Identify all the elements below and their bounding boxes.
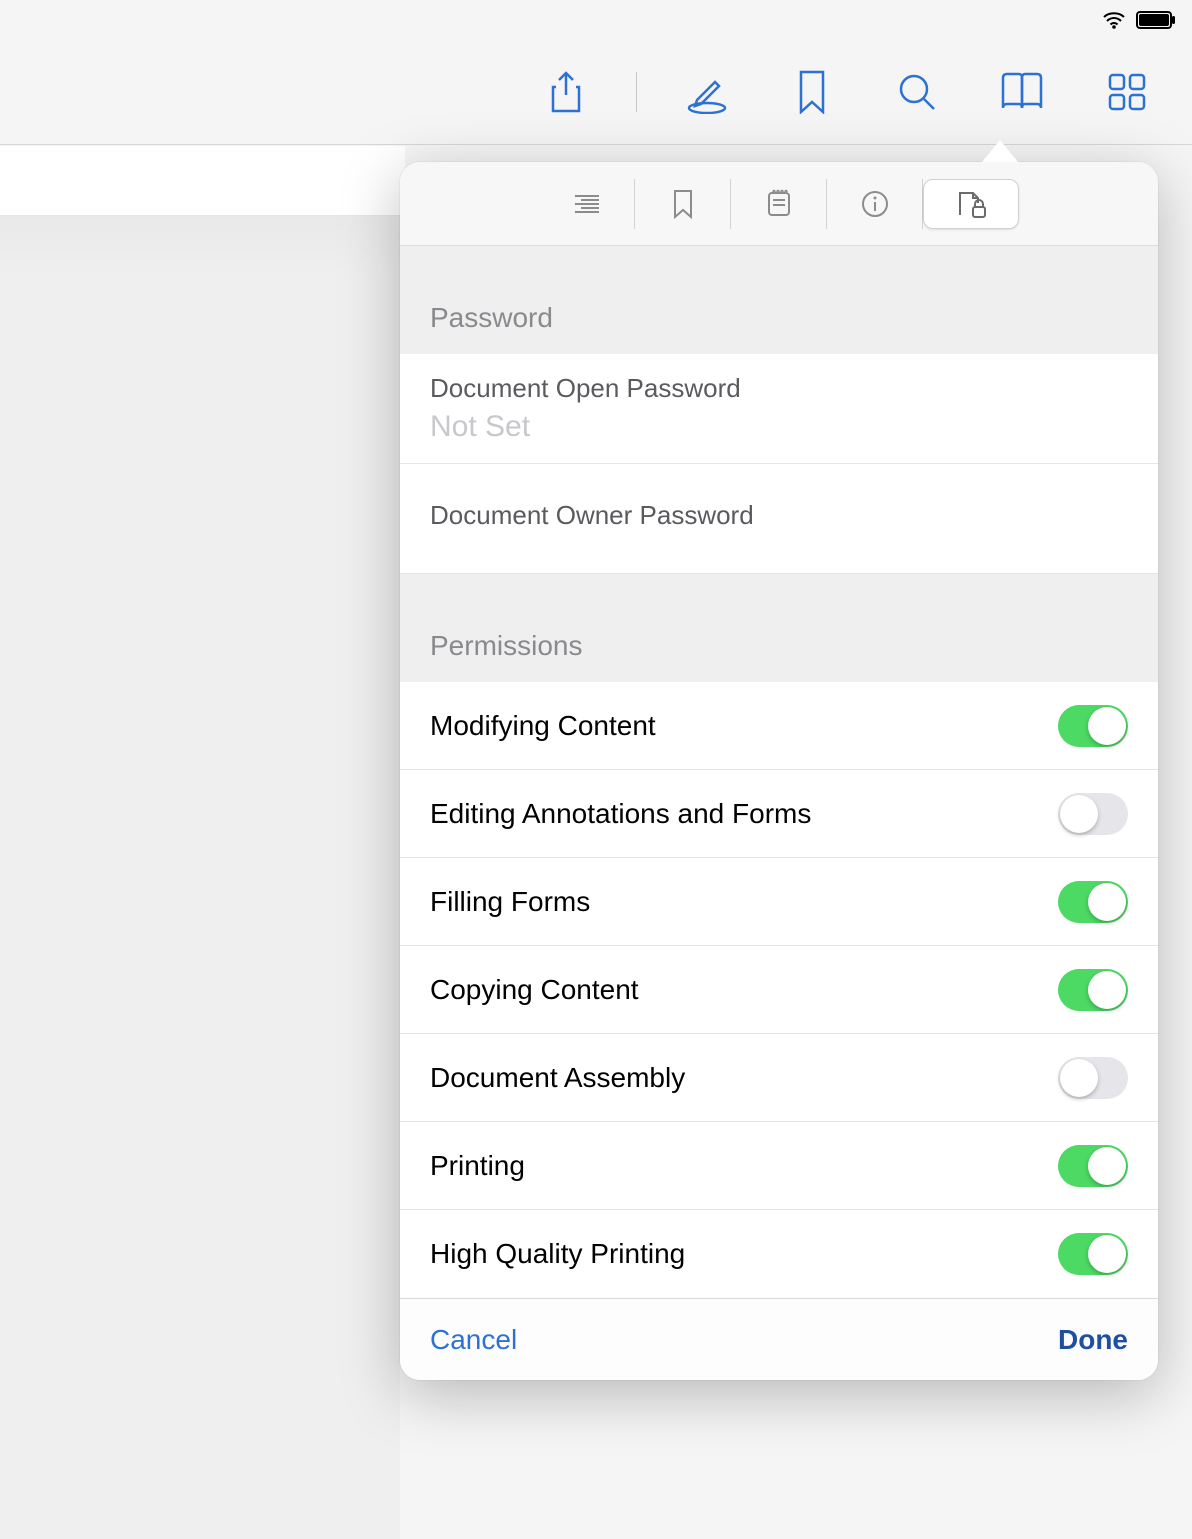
cancel-button[interactable]: Cancel [430, 1324, 517, 1356]
permission-row: Editing Annotations and Forms [400, 770, 1158, 858]
popover-tab-bar [400, 162, 1158, 246]
permission-toggle[interactable] [1058, 969, 1128, 1011]
permission-label: Filling Forms [430, 886, 590, 918]
permission-row: Modifying Content [400, 682, 1158, 770]
permissions-list: Modifying Content Editing Annotations and… [400, 682, 1158, 1298]
permission-label: Modifying Content [430, 710, 656, 742]
open-password-value: Not Set [430, 410, 530, 444]
permission-row: High Quality Printing [400, 1210, 1158, 1298]
annotate-button[interactable] [682, 67, 732, 117]
permission-label: Printing [430, 1150, 525, 1182]
password-section-header: Password [400, 246, 1158, 354]
done-button[interactable]: Done [1058, 1324, 1128, 1356]
permission-row: Printing [400, 1122, 1158, 1210]
tab-info[interactable] [827, 179, 923, 229]
open-password-label: Document Open Password [430, 373, 741, 404]
tab-annotations[interactable] [731, 179, 827, 229]
permission-toggle[interactable] [1058, 1145, 1128, 1187]
secondary-bar [0, 146, 405, 216]
permission-label: Copying Content [430, 974, 639, 1006]
open-password-row[interactable]: Document Open Password Not Set [400, 354, 1158, 464]
toggle-knob [1088, 1235, 1126, 1273]
owner-password-label: Document Owner Password [430, 500, 754, 531]
permissions-section-header: Permissions [400, 574, 1158, 682]
wifi-icon [1102, 11, 1126, 29]
tab-bookmarks[interactable] [635, 179, 731, 229]
toggle-knob [1088, 1147, 1126, 1185]
permission-toggle[interactable] [1058, 793, 1128, 835]
share-button[interactable] [541, 67, 591, 117]
permission-label: Document Assembly [430, 1062, 685, 1094]
status-bar [0, 0, 1192, 40]
main-toolbar [0, 40, 1192, 145]
popover-footer: Cancel Done [400, 1298, 1158, 1380]
toggle-knob [1060, 1059, 1098, 1097]
tab-outline[interactable] [539, 179, 635, 229]
toggle-knob [1060, 795, 1098, 833]
permission-toggle[interactable] [1058, 1233, 1128, 1275]
toolbar-separator [636, 72, 637, 112]
toggle-knob [1088, 883, 1126, 921]
permission-row: Filling Forms [400, 858, 1158, 946]
permission-toggle[interactable] [1058, 881, 1128, 923]
toggle-knob [1088, 971, 1126, 1009]
bookmark-button[interactable] [787, 67, 837, 117]
permission-toggle[interactable] [1058, 1057, 1128, 1099]
permission-label: High Quality Printing [430, 1238, 685, 1270]
outline-button[interactable] [997, 67, 1047, 117]
battery-icon [1136, 11, 1176, 29]
owner-password-row[interactable]: Document Owner Password [400, 464, 1158, 574]
popover-tab-group [539, 179, 1019, 229]
thumbnails-button[interactable] [1102, 67, 1152, 117]
permission-row: Copying Content [400, 946, 1158, 1034]
toggle-knob [1088, 707, 1126, 745]
background-shadow [0, 216, 400, 1539]
tab-security[interactable] [923, 179, 1019, 229]
permission-row: Document Assembly [400, 1034, 1158, 1122]
document-security-popover: Password Document Open Password Not Set … [400, 162, 1158, 1380]
permission-label: Editing Annotations and Forms [430, 798, 811, 830]
search-button[interactable] [892, 67, 942, 117]
permission-toggle[interactable] [1058, 705, 1128, 747]
